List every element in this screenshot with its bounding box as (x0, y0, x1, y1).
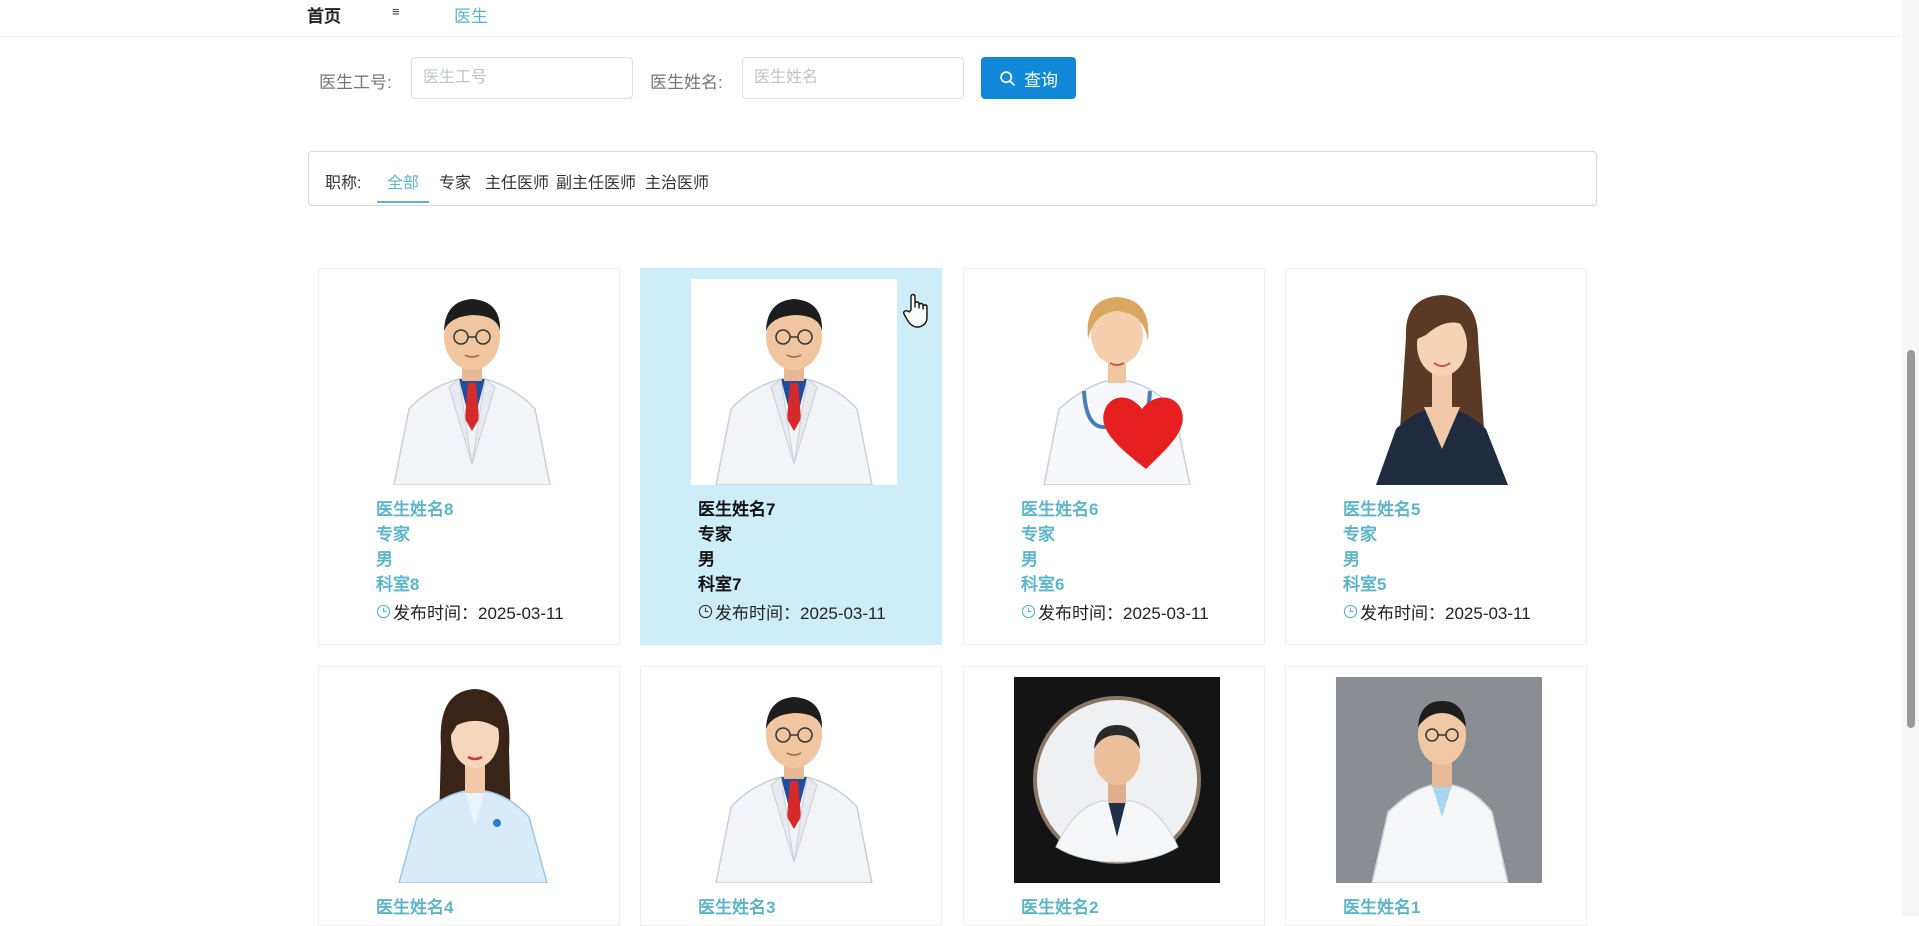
top-nav: 首页 ≡ 医生 (0, 0, 1900, 37)
doctor-name: 医生姓名7 (698, 500, 776, 519)
doctor-card[interactable]: 医生姓名8 专家 男 科室8 发布时间：2025-03-11 (318, 268, 620, 645)
doctor-dept: 科室6 (1021, 575, 1065, 594)
publish-time: 发布时间：2025-03-11 (715, 604, 886, 623)
doctor-card[interactable]: 医生姓名3 (640, 666, 942, 926)
filter-label: 职称: (325, 175, 362, 192)
publish-time: 发布时间：2025-03-11 (1360, 604, 1531, 623)
doctor-name: 医生姓名8 (376, 500, 454, 519)
clock-icon (1343, 604, 1358, 619)
doctor-name: 医生姓名6 (1021, 500, 1099, 519)
doctor-title: 专家 (1343, 525, 1377, 544)
doctor-photo (1014, 279, 1220, 485)
doctor-dept: 科室8 (376, 575, 420, 594)
publish-time: 发布时间：2025-03-11 (393, 604, 564, 623)
filter-option-chief[interactable]: 主任医师 (485, 169, 549, 201)
clock-icon (1021, 604, 1036, 619)
doctor-id-input[interactable] (411, 57, 633, 99)
doctor-name: 医生姓名5 (1343, 500, 1421, 519)
title-filter: 职称: 全部 专家 主任医师 副主任医师 主治医师 (308, 151, 1597, 206)
doctor-photo (369, 677, 575, 883)
filter-option-deputy-chief[interactable]: 副主任医师 (556, 169, 636, 201)
nav-doctor-link[interactable]: 医生 (454, 2, 488, 27)
search-button-label: 查询 (1024, 70, 1058, 90)
filter-option-expert[interactable]: 专家 (439, 169, 471, 201)
doctor-dept: 科室5 (1343, 575, 1387, 594)
search-icon (1000, 70, 1015, 86)
doctor-name: 医生姓名1 (1343, 898, 1421, 917)
doctor-gender: 男 (1021, 550, 1038, 569)
filter-option-attending[interactable]: 主治医师 (645, 169, 709, 201)
doctor-photo (1336, 279, 1542, 485)
doctor-card[interactable]: 医生姓名5 专家 男 科室5 发布时间：2025-03-11 (1285, 268, 1587, 645)
page-scrollbar[interactable] (1902, 0, 1919, 916)
doctor-card[interactable]: 医生姓名6 专家 男 科室6 发布时间：2025-03-11 (963, 268, 1265, 645)
doctor-name-input[interactable] (742, 57, 964, 99)
menu-icon[interactable]: ≡ (392, 4, 400, 19)
doctor-name: 医生姓名3 (698, 898, 776, 917)
doctor-title: 专家 (698, 525, 732, 544)
doctor-name: 医生姓名4 (376, 898, 454, 917)
scrollbar-thumb[interactable] (1907, 350, 1915, 728)
doctor-photo (1336, 677, 1542, 883)
doctor-gender: 男 (376, 550, 393, 569)
publish-time: 发布时间：2025-03-11 (1038, 604, 1209, 623)
doctor-gender: 男 (1343, 550, 1360, 569)
nav-home-link[interactable]: 首页 (307, 2, 341, 27)
doctor-photo (369, 279, 575, 485)
doctor-card[interactable]: 医生姓名2 (963, 666, 1265, 926)
filter-option-all[interactable]: 全部 (377, 169, 430, 203)
doctor-name: 医生姓名2 (1021, 898, 1099, 917)
doctor-photo (691, 677, 897, 883)
doctor-photo (1014, 677, 1220, 883)
clock-icon (376, 604, 391, 619)
doctor-card[interactable]: 医生姓名4 (318, 666, 620, 926)
hand-cursor-icon (902, 293, 928, 328)
doctor-name-label: 医生姓名: (650, 73, 723, 92)
doctor-dept: 科室7 (698, 575, 742, 594)
doctor-photo (691, 279, 897, 485)
doctor-title: 专家 (1021, 525, 1055, 544)
clock-icon (698, 604, 713, 619)
doctor-title: 专家 (376, 525, 410, 544)
search-button[interactable]: 查询 (981, 57, 1076, 99)
doctor-card[interactable]: 医生姓名7 专家 男 科室7 发布时间：2025-03-11 (640, 268, 942, 645)
doctor-id-label: 医生工号: (319, 73, 392, 92)
doctor-gender: 男 (698, 550, 715, 569)
doctor-card[interactable]: 医生姓名1 (1285, 666, 1587, 926)
